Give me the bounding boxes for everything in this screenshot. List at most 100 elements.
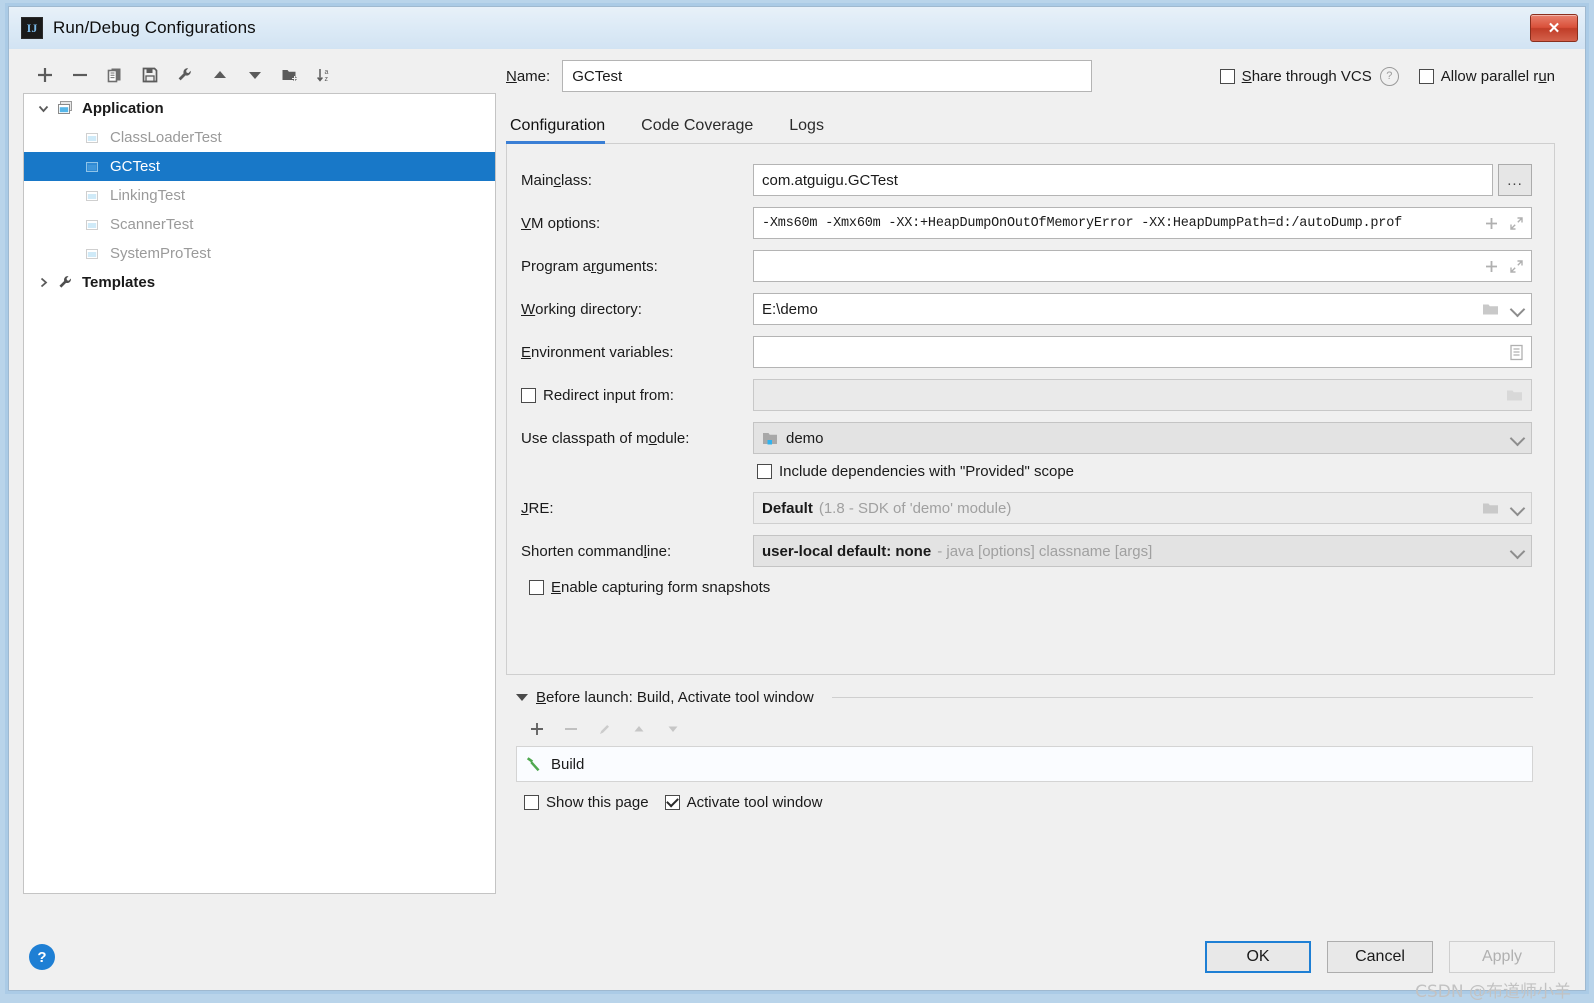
folder-icon bbox=[1506, 388, 1524, 403]
chevron-down-icon[interactable] bbox=[1510, 544, 1524, 558]
working-directory-input[interactable]: E:\demo bbox=[753, 293, 1532, 325]
tree-item-label: LinkingTest bbox=[110, 187, 186, 204]
working-directory-label: Working directory: bbox=[521, 300, 642, 318]
expand-icon[interactable] bbox=[1509, 259, 1524, 274]
sort-configurations-button[interactable]: a z bbox=[309, 60, 341, 90]
tree-node-application[interactable]: Application bbox=[24, 94, 495, 123]
name-input[interactable]: GCTest bbox=[562, 60, 1093, 92]
run-config-icon bbox=[82, 188, 104, 204]
dialog-buttons: OK Cancel Apply bbox=[1205, 941, 1555, 973]
browse-main-class-button[interactable]: ... bbox=[1498, 164, 1532, 196]
run-config-icon bbox=[82, 217, 104, 233]
tree-item-label: ScannerTest bbox=[110, 216, 194, 233]
checkbox-box bbox=[1418, 68, 1434, 84]
cancel-button[interactable]: Cancel bbox=[1327, 941, 1433, 973]
environment-variables-label: Environment variables: bbox=[521, 343, 674, 361]
close-icon[interactable]: ✕ bbox=[1530, 14, 1578, 42]
chevron-down-icon[interactable] bbox=[1510, 431, 1524, 445]
enable-snapshots-checkbox[interactable]: Enable capturing form snapshots bbox=[529, 579, 1532, 596]
main-class-label: Main c lass: bbox=[521, 171, 592, 189]
ok-button[interactable]: OK bbox=[1205, 941, 1311, 973]
shorten-command-line-combobox[interactable]: user-local default: none - java [options… bbox=[753, 535, 1532, 567]
shorten-command-line-hint: - java [options] classname [args] bbox=[937, 542, 1153, 560]
show-this-page-checkbox[interactable]: Show this page bbox=[524, 794, 649, 811]
chevron-down-icon[interactable] bbox=[1510, 302, 1524, 316]
tree-item-scannertest[interactable]: ScannerTest bbox=[24, 210, 495, 239]
collapse-chevron-icon[interactable] bbox=[32, 276, 54, 289]
intellij-idea-icon: IJ bbox=[21, 17, 43, 39]
dialog-body: a z Application ClassLoaderTest GCTest L… bbox=[9, 49, 1585, 924]
edit-task-button bbox=[594, 717, 616, 741]
working-directory-row: Working directory: E:\demo bbox=[521, 291, 1532, 327]
before-launch-header: Before launch: Build, Activate tool wind… bbox=[516, 689, 1533, 706]
configuration-form: Main c lass: com.atguigu.GCTest ... VM op… bbox=[506, 144, 1555, 675]
vm-options-label: VM options: bbox=[521, 214, 601, 232]
allow-parallel-run-checkbox[interactable]: Allow parallel run bbox=[1418, 67, 1555, 85]
save-configuration-button[interactable] bbox=[134, 60, 166, 90]
include-provided-checkbox[interactable]: Include dependencies with "Provided" sco… bbox=[757, 463, 1532, 480]
vm-options-input[interactable]: -Xms60m -Xmx60m -XX:+HeapDumpOnOutOfMemo… bbox=[753, 207, 1532, 239]
svg-text:z: z bbox=[325, 76, 329, 83]
copy-configuration-button[interactable] bbox=[99, 60, 131, 90]
svg-text:a: a bbox=[325, 69, 329, 76]
tree-node-templates[interactable]: Templates bbox=[24, 268, 495, 297]
help-circle-icon[interactable]: ? bbox=[29, 944, 55, 970]
tree-item-linkingtest[interactable]: LinkingTest bbox=[24, 181, 495, 210]
share-through-vcs-checkbox[interactable]: Share through VCS bbox=[1219, 67, 1372, 85]
folder-icon[interactable] bbox=[1482, 501, 1500, 516]
move-task-up-button bbox=[628, 717, 650, 741]
folder-icon[interactable] bbox=[1482, 302, 1500, 317]
program-arguments-input[interactable] bbox=[753, 250, 1532, 282]
move-down-button[interactable] bbox=[239, 60, 271, 90]
add-configuration-button[interactable] bbox=[29, 60, 61, 90]
wrench-icon bbox=[54, 274, 76, 291]
share-through-vcs-label: Share through VCS bbox=[1241, 67, 1372, 85]
remove-configuration-button[interactable] bbox=[64, 60, 96, 90]
collapse-triangle-icon[interactable] bbox=[516, 694, 528, 701]
tree-item-classloadertest[interactable]: ClassLoaderTest bbox=[24, 123, 495, 152]
hammer-icon bbox=[525, 755, 543, 773]
activate-tool-window-checkbox[interactable]: Activate tool window bbox=[664, 794, 822, 811]
classpath-module-value: demo bbox=[786, 429, 824, 447]
main-class-input[interactable]: com.atguigu.GCTest bbox=[753, 164, 1493, 196]
expand-chevron-icon[interactable] bbox=[32, 102, 54, 115]
plus-icon[interactable] bbox=[1484, 259, 1499, 274]
tab-configuration[interactable]: Configuration bbox=[506, 117, 619, 144]
program-arguments-row: Program a r guments: bbox=[521, 248, 1532, 284]
shorten-command-line-value: user-local default: none bbox=[762, 542, 932, 560]
new-folder-button[interactable] bbox=[274, 60, 306, 90]
plus-icon[interactable] bbox=[1484, 216, 1499, 231]
jre-combobox[interactable]: Default (1.8 - SDK of 'demo' module) bbox=[753, 492, 1532, 524]
tree-item-gctest[interactable]: GCTest bbox=[24, 152, 495, 181]
redirect-input-checkbox[interactable]: Redirect input from: bbox=[521, 387, 753, 404]
checkbox-box bbox=[524, 795, 539, 810]
before-launch-task-list[interactable]: Build bbox=[516, 746, 1533, 782]
list-editor-icon[interactable] bbox=[1509, 344, 1524, 361]
enable-snapshots-label: Enable capturing form snapshots bbox=[551, 579, 771, 596]
configurations-tree[interactable]: Application ClassLoaderTest GCTest Linki… bbox=[23, 93, 496, 894]
expand-icon[interactable] bbox=[1509, 216, 1524, 231]
tree-item-label: GCTest bbox=[110, 158, 161, 175]
remove-task-button bbox=[560, 717, 582, 741]
move-up-button[interactable] bbox=[204, 60, 236, 90]
classpath-module-combobox[interactable]: demo bbox=[753, 422, 1532, 454]
question-mark-icon[interactable]: ? bbox=[1379, 66, 1399, 86]
configuration-editor-pane: Name: GCTest Share through VCS ? Allow p… bbox=[496, 49, 1585, 924]
before-launch-toolbar bbox=[516, 712, 1533, 746]
tab-logs[interactable]: Logs bbox=[785, 117, 838, 143]
form-spacer bbox=[521, 596, 1532, 654]
tab-code-coverage[interactable]: Code Coverage bbox=[637, 117, 767, 143]
show-this-page-label: Show this page bbox=[546, 794, 649, 811]
add-task-button[interactable] bbox=[526, 717, 548, 741]
classpath-module-label: Use classpath of m o dule: bbox=[521, 429, 690, 447]
environment-variables-input[interactable] bbox=[753, 336, 1532, 368]
edit-templates-button[interactable] bbox=[169, 60, 201, 90]
checkbox-box bbox=[529, 580, 544, 595]
tree-item-systemprotest[interactable]: SystemProTest bbox=[24, 239, 495, 268]
chevron-down-icon[interactable] bbox=[1510, 501, 1524, 515]
allow-parallel-run-label: Allow parallel run bbox=[1440, 67, 1555, 85]
run-debug-configurations-dialog: IJ Run/Debug Configurations ✕ a z Applic… bbox=[8, 6, 1586, 1002]
configurations-pane: a z Application ClassLoaderTest GCTest L… bbox=[9, 49, 496, 924]
tree-node-label: Templates bbox=[82, 274, 156, 291]
before-launch-options: Show this page Activate tool window bbox=[516, 794, 1533, 811]
